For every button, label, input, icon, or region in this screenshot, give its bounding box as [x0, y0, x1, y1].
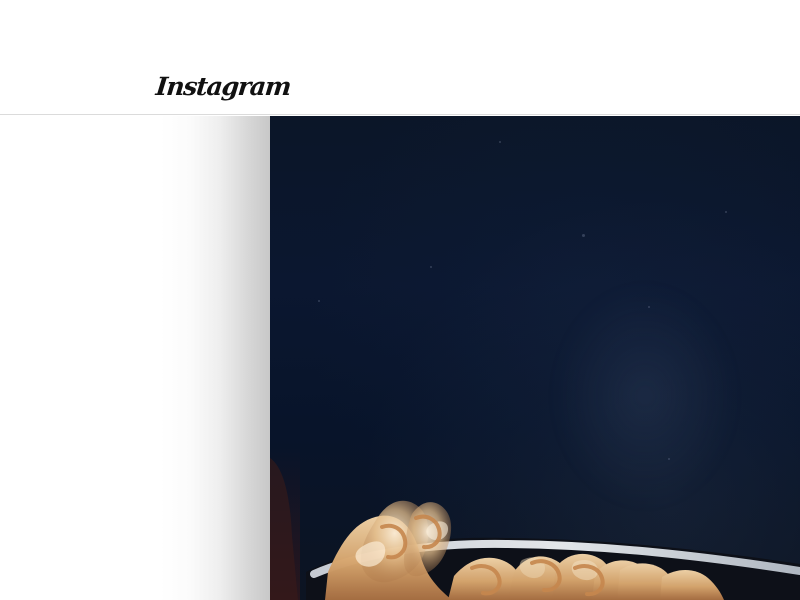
top-navigation: Instagram	[0, 0, 800, 115]
page: Instagram	[0, 0, 800, 600]
instagram-logo: Instagram	[154, 72, 292, 101]
pan-edge	[270, 458, 298, 600]
instagram-logo-link[interactable]: Instagram	[154, 68, 292, 108]
left-pane-shadow	[0, 116, 270, 600]
media-viewer	[270, 116, 800, 600]
pasta-photo	[270, 458, 800, 600]
